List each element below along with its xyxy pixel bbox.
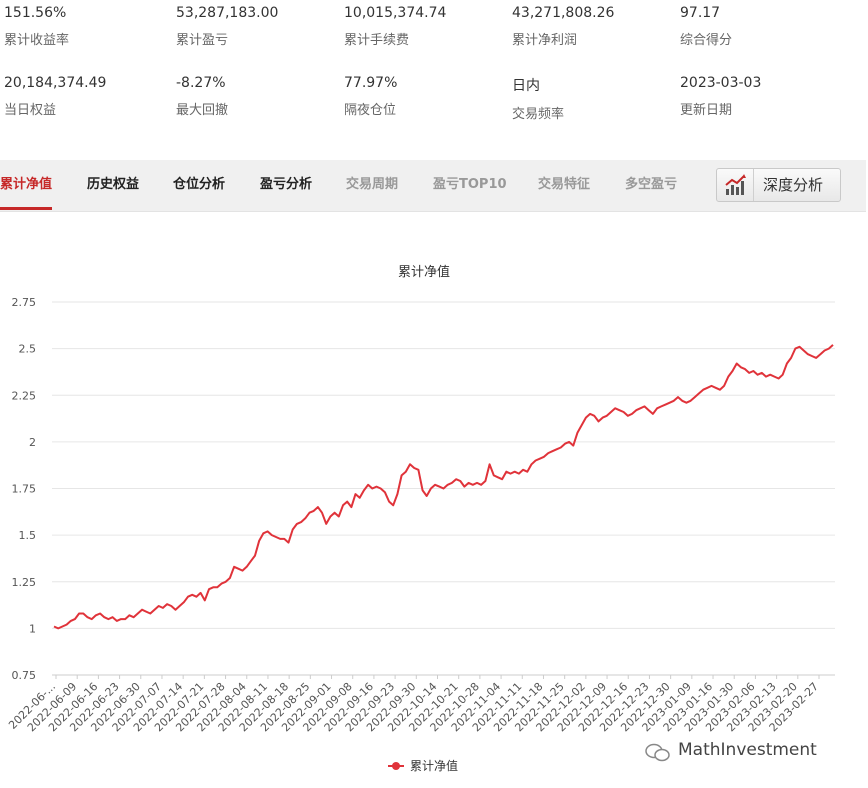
stat-item: 151.56% 累计收益率 xyxy=(4,5,164,48)
stat-item: -8.27% 最大回撤 xyxy=(176,75,336,118)
wechat-icon xyxy=(645,743,671,767)
legend-label: 累计净值 xyxy=(410,758,458,773)
stat-value: 43,271,808.26 xyxy=(512,5,615,21)
stat-item: 20,184,374.49 当日权益 xyxy=(4,75,164,118)
y-tick-label: 1.75 xyxy=(12,483,37,496)
stat-value: 151.56% xyxy=(4,5,67,21)
nav-line-chart: 累计净值0.7511.251.51.7522.252.52.752022-06-… xyxy=(6,264,835,773)
y-tick-label: 1 xyxy=(29,622,36,635)
stat-value: 97.17 xyxy=(680,5,721,21)
y-tick-label: 2.75 xyxy=(12,296,37,309)
stat-item: 日内 交易频率 xyxy=(512,75,672,122)
stat-value: 10,015,374.74 xyxy=(344,5,447,21)
stat-value: 77.97% xyxy=(344,75,398,91)
stat-item: 77.97% 隔夜仓位 xyxy=(344,75,504,118)
tab-item[interactable]: 盈亏TOP10 xyxy=(433,160,507,209)
stat-value: 20,184,374.49 xyxy=(4,75,107,91)
stat-item: 53,287,183.00 累计盈亏 xyxy=(176,5,336,48)
deep-analysis-button[interactable]: 深度分析 xyxy=(716,168,841,202)
stat-label: 累计手续费 xyxy=(344,33,410,48)
y-tick-label: 1.25 xyxy=(12,576,37,589)
stat-value: -8.27% xyxy=(176,75,226,91)
tab-item[interactable]: 交易特征 xyxy=(538,160,590,209)
deep-analysis-label: 深度分析 xyxy=(763,176,824,194)
stat-item: 97.17 综合得分 xyxy=(680,5,840,48)
tab-item[interactable]: 累计净值 xyxy=(0,160,53,210)
trend-chart-icon xyxy=(717,169,754,201)
stat-value: 日内 xyxy=(512,78,540,94)
stat-label: 综合得分 xyxy=(680,33,733,48)
stat-item: 2023-03-03 更新日期 xyxy=(680,75,840,118)
stat-label: 累计盈亏 xyxy=(176,33,229,48)
y-tick-label: 2 xyxy=(29,436,36,449)
tab-item[interactable]: 多空盈亏 xyxy=(625,160,677,209)
stat-value: 53,287,183.00 xyxy=(176,5,279,21)
legend-marker xyxy=(392,762,400,770)
stat-item: 43,271,808.26 累计净利润 xyxy=(512,5,672,48)
stat-label: 累计收益率 xyxy=(4,33,70,48)
chart-title: 累计净值 xyxy=(398,264,450,280)
tab-item[interactable]: 仓位分析 xyxy=(173,160,225,209)
stat-value: 2023-03-03 xyxy=(680,75,762,91)
stat-item: 10,015,374.74 累计手续费 xyxy=(344,5,504,48)
stat-label: 当日权益 xyxy=(4,103,57,118)
tab-item[interactable]: 盈亏分析 xyxy=(260,160,312,209)
y-tick-label: 2.25 xyxy=(12,389,37,402)
watermark-text: MathInvestment xyxy=(678,740,817,760)
y-tick-label: 1.5 xyxy=(19,529,37,542)
summary-stats: 151.56% 累计收益率 53,287,183.00 累计盈亏 10,015,374.… xyxy=(0,0,868,140)
stat-label: 更新日期 xyxy=(680,103,733,118)
series-line xyxy=(53,344,834,630)
stat-label: 隔夜仓位 xyxy=(344,103,397,118)
y-tick-label: 2.5 xyxy=(19,343,37,356)
stat-label: 交易频率 xyxy=(512,107,565,122)
stat-label: 累计净利润 xyxy=(512,33,578,48)
y-tick-label: 0.75 xyxy=(12,669,37,682)
tab-item[interactable]: 历史权益 xyxy=(87,160,139,209)
stat-label: 最大回撤 xyxy=(176,103,229,118)
tab-item[interactable]: 交易周期 xyxy=(346,160,398,209)
